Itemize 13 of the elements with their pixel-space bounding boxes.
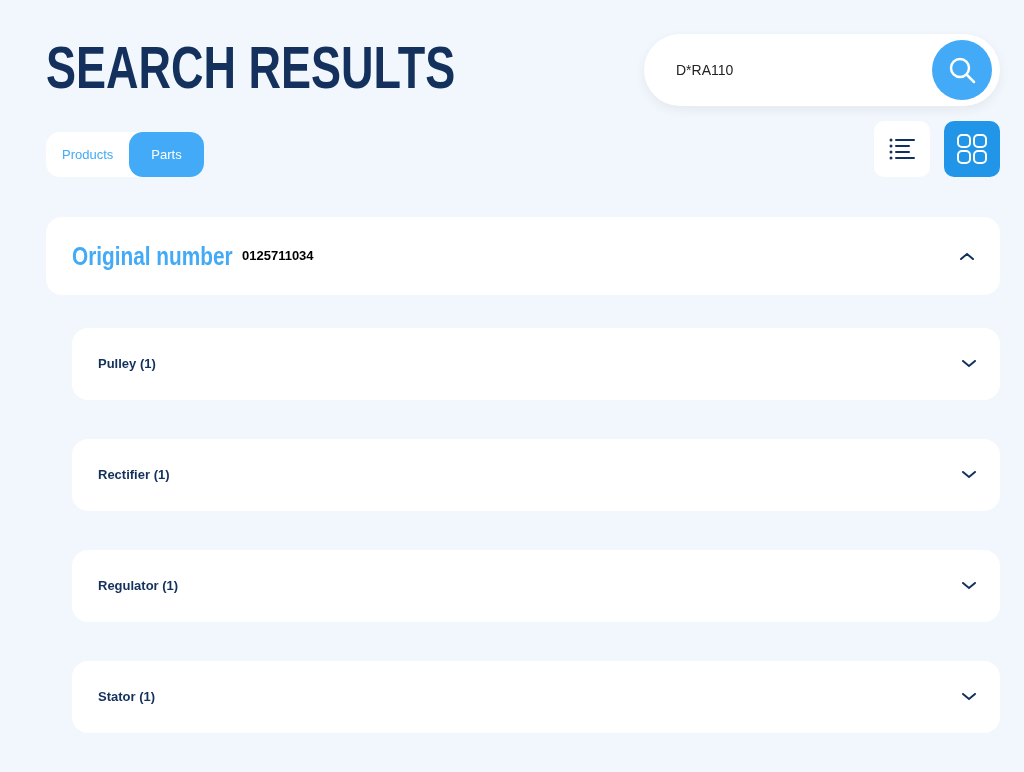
search-value: D*RA110	[676, 60, 735, 80]
category-label: Stator (1)	[98, 688, 156, 707]
category-row[interactable]: Regulator (1)	[72, 550, 1000, 622]
category-row[interactable]: Stator (1)	[72, 661, 1000, 733]
group-header[interactable]: Original number 0125711034	[46, 217, 1000, 295]
category-label: Pulley (1)	[98, 355, 156, 374]
original-number: 0125711034	[242, 247, 314, 266]
category-label: Regulator (1)	[98, 577, 179, 596]
search-field[interactable]: D*RA110	[644, 34, 1000, 106]
category-label: Rectifier (1)	[98, 466, 170, 485]
category-row[interactable]: Rectifier (1)	[72, 439, 1000, 511]
category-row[interactable]: Pulley (1)	[72, 328, 1000, 400]
page-title: SEARCH RESULTS	[46, 33, 456, 103]
